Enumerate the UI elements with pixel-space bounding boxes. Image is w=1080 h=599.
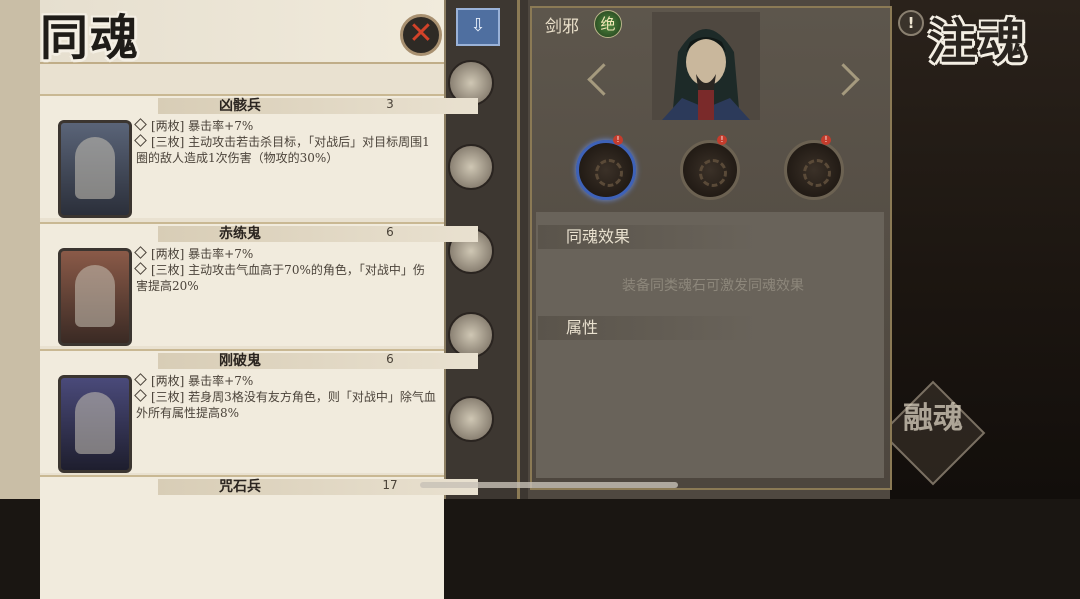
- arrow-down-icon: ⇩: [470, 15, 486, 36]
- figure-icon: [75, 137, 115, 199]
- info-icon[interactable]: !: [898, 10, 924, 36]
- slot-alert-badge: !: [717, 135, 727, 145]
- figure-icon: [75, 265, 115, 327]
- soul-set-item[interactable]: 刚破鬼 6 [两枚] 暴击率+7% [三枚] 若身周3格没有友方角色，则「对战中…: [40, 349, 478, 473]
- empty-slot-icon: [595, 159, 623, 187]
- effect-line-2pc: [两枚] 暴击率+7%: [134, 373, 436, 389]
- soul-set-name: 刚破鬼: [219, 353, 261, 369]
- close-icon: ✕: [408, 16, 434, 51]
- diamond-icon: [134, 262, 147, 275]
- effect-line-3pc: [三枚] 主动攻击气血高于70%的角色，「对战中」伤害提高20%: [134, 262, 436, 294]
- character-avatar[interactable]: [448, 144, 494, 190]
- effect-text: [三枚] 主动攻击气血高于70%的角色，「对战中」伤害提高20%: [136, 263, 425, 293]
- slot-alert-badge: !: [613, 135, 623, 145]
- set-effect-heading: 同魂效果: [538, 225, 756, 249]
- soul-set-name: 咒石兵: [219, 479, 261, 495]
- soul-set-thumbnail: [58, 120, 132, 218]
- effect-text: [两枚] 暴击率+7%: [151, 374, 254, 388]
- diamond-icon: [134, 246, 147, 259]
- effect-text: [两枚] 暴击率+7%: [151, 119, 254, 133]
- scrollbar[interactable]: [420, 482, 678, 488]
- diamond-icon: [134, 389, 147, 402]
- soul-slot-2[interactable]: !: [680, 135, 740, 200]
- soul-slot-3[interactable]: !: [784, 135, 844, 200]
- filter-button[interactable]: ⇩: [456, 8, 500, 46]
- effect-text: [三枚] 主动攻击若击杀目标，「对战后」对目标周围1圈的敌人造成1次伤害（物攻的…: [136, 135, 430, 165]
- slot-alert-badge: !: [821, 135, 831, 145]
- soul-set-count: 17: [382, 478, 398, 492]
- effect-line-2pc: [两枚] 暴击率+7%: [134, 118, 436, 134]
- page-title-inject: 注魂: [928, 14, 1029, 70]
- fuse-button-label: 融魂: [903, 401, 963, 436]
- strip-divider: [517, 0, 520, 499]
- soul-set-item[interactable]: 咒石兵 17: [40, 475, 478, 599]
- attributes-heading: 属性: [538, 316, 756, 340]
- empty-slot-icon: [803, 159, 831, 187]
- soul-set-thumbnail: [58, 248, 132, 346]
- soul-set-name: 凶骸兵: [219, 98, 261, 114]
- effect-line-2pc: [两枚] 暴击率+7%: [134, 246, 436, 262]
- diamond-icon: [134, 118, 147, 131]
- effect-text: [两枚] 暴击率+7%: [151, 247, 254, 261]
- soul-slot-1[interactable]: !: [576, 135, 636, 200]
- rarity-badge: 绝: [594, 10, 622, 38]
- soul-set-item[interactable]: 赤练鬼 6 [两枚] 暴击率+7% [三枚] 主动攻击气血高于70%的角色，「对…: [40, 222, 478, 346]
- set-effect-hint: 装备同类魂石可激发同魂效果: [622, 278, 804, 294]
- character-avatar[interactable]: [448, 396, 494, 442]
- shikigami-portrait: [652, 12, 760, 120]
- diamond-icon: [134, 134, 147, 147]
- empty-slot-icon: [699, 159, 727, 187]
- effect-line-3pc: [三枚] 若身周3格没有友方角色，则「对战中」除气血外所有属性提高8%: [134, 389, 436, 421]
- page-title-set: 同魂: [40, 10, 141, 66]
- soul-set-count: 6: [386, 352, 394, 366]
- effects-panel: [536, 212, 884, 478]
- close-button[interactable]: ✕: [400, 14, 442, 56]
- soul-set-thumbnail: [58, 375, 132, 473]
- effect-line-3pc: [三枚] 主动攻击若击杀目标，「对战后」对目标周围1圈的敌人造成1次伤害（物攻的…: [134, 134, 436, 166]
- soul-set-count: 6: [386, 225, 394, 239]
- diamond-icon: [134, 373, 147, 386]
- effect-text: [三枚] 若身周3格没有友方角色，则「对战中」除气血外所有属性提高8%: [136, 390, 436, 420]
- shikigami-name: 剑邪: [545, 17, 579, 37]
- character-avatar[interactable]: [448, 312, 494, 358]
- soul-set-name: 赤练鬼: [219, 226, 261, 242]
- soul-set-count: 3: [386, 97, 394, 111]
- soul-set-item[interactable]: 凶骸兵 3 [两枚] 暴击率+7% [三枚] 主动攻击若击杀目标，「对战后」对目…: [40, 94, 478, 218]
- figure-icon: [75, 392, 115, 454]
